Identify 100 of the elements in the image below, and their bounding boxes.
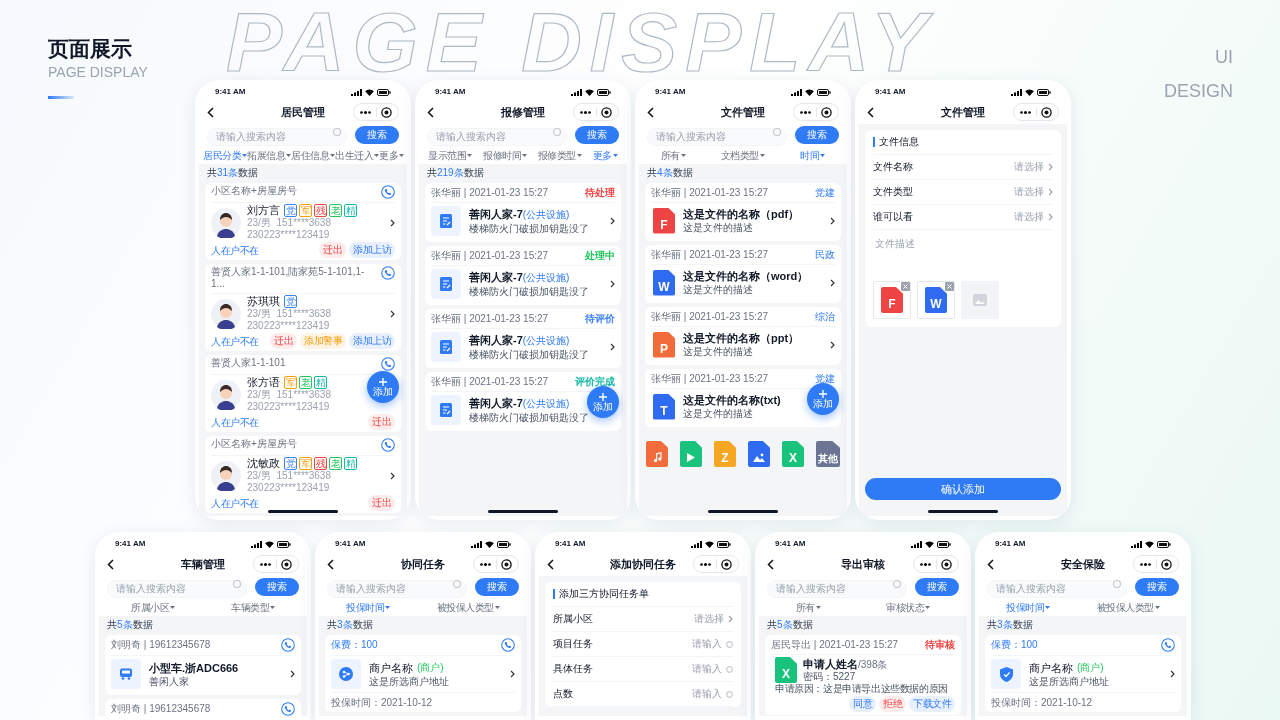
chevron-icon[interactable]	[510, 670, 515, 678]
filter-dropdown[interactable]: 报修类型	[537, 147, 582, 163]
search-button[interactable]: 搜索	[255, 578, 299, 596]
action-button[interactable]: 同意	[849, 696, 876, 712]
more-icon[interactable]	[800, 110, 811, 114]
input-value[interactable]: 请输入	[692, 663, 722, 675]
attachment-tile[interactable]: W	[917, 281, 955, 319]
search-button[interactable]: 搜索	[795, 126, 839, 144]
description-field[interactable]: 文件描述	[873, 230, 1053, 270]
more-icon[interactable]	[1020, 110, 1031, 114]
action-button[interactable]: 添加上访	[349, 242, 395, 258]
upload-tile[interactable]	[961, 281, 999, 319]
status-link[interactable]: 人在户不在	[211, 495, 259, 511]
action-button[interactable]: 拒绝	[879, 696, 906, 712]
image-file-icon[interactable]	[748, 441, 770, 467]
select-value[interactable]: 请选择	[694, 613, 724, 625]
input-value[interactable]: 请输入	[692, 688, 722, 700]
more-icon[interactable]	[700, 562, 711, 566]
status-link[interactable]: 人在户不在	[211, 414, 259, 430]
filter-dropdown[interactable]: 所属小区	[131, 599, 175, 615]
filter-dropdown[interactable]: 所有	[660, 147, 686, 163]
call-icon[interactable]	[381, 357, 395, 371]
chevron-icon[interactable]	[830, 340, 835, 349]
back-icon[interactable]	[327, 558, 334, 570]
search-field[interactable]: 请输入搜索内容	[107, 579, 247, 598]
target-icon[interactable]	[501, 558, 512, 570]
select-value[interactable]: 请选择	[1014, 211, 1044, 223]
more-icon[interactable]	[920, 562, 931, 566]
filter-dropdown[interactable]: 报修时间	[483, 147, 528, 163]
call-icon[interactable]	[381, 185, 395, 199]
search-field[interactable]: 请输入搜索内容	[427, 127, 567, 146]
target-icon[interactable]	[941, 558, 952, 570]
back-icon[interactable]	[547, 558, 554, 570]
chevron-icon[interactable]	[1170, 670, 1175, 678]
more-icon[interactable]	[580, 110, 591, 114]
filter-dropdown[interactable]: 投保时间	[1006, 599, 1051, 615]
attachment-tile[interactable]: F	[873, 281, 911, 319]
more-icon[interactable]	[360, 110, 371, 114]
filter-dropdown[interactable]: 居民分类	[203, 147, 247, 163]
action-button[interactable]: 迁出	[368, 414, 395, 430]
action-button[interactable]: 迁出	[368, 495, 395, 511]
chevron-icon[interactable]	[390, 218, 395, 227]
search-button[interactable]: 搜索	[355, 126, 399, 144]
input-value[interactable]: 请输入	[692, 638, 722, 650]
target-icon[interactable]	[281, 558, 292, 570]
confirm-button[interactable]: 确认添加	[865, 478, 1061, 500]
target-icon[interactable]	[1161, 558, 1172, 570]
chevron-icon[interactable]	[390, 309, 395, 318]
chevron-icon[interactable]	[390, 471, 395, 480]
filter-dropdown[interactable]: 出生迁入	[335, 147, 379, 163]
music-file-icon[interactable]	[646, 441, 668, 467]
action-button[interactable]: 添加警事	[300, 333, 346, 349]
back-icon[interactable]	[987, 558, 994, 570]
filter-dropdown[interactable]: 投保时间	[346, 599, 391, 615]
target-icon[interactable]	[1041, 106, 1052, 118]
call-icon[interactable]	[281, 638, 295, 652]
chevron-icon[interactable]	[830, 216, 835, 225]
action-button[interactable]: 下载文件	[909, 696, 955, 712]
back-icon[interactable]	[207, 106, 214, 118]
chevron-icon[interactable]	[610, 280, 615, 288]
action-button[interactable]: 迁出	[319, 242, 346, 258]
filter-dropdown[interactable]: 审核状态	[886, 599, 931, 615]
more-icon[interactable]	[480, 562, 491, 566]
filter-dropdown[interactable]: 车辆类型	[231, 599, 275, 615]
filter-dropdown[interactable]: 更多	[592, 147, 618, 163]
target-icon[interactable]	[721, 558, 732, 570]
filter-dropdown[interactable]: 拓展信息	[247, 147, 291, 163]
chevron-icon[interactable]	[610, 217, 615, 225]
target-icon[interactable]	[601, 106, 612, 118]
search-button[interactable]: 搜索	[915, 578, 959, 596]
select-value[interactable]: 请选择	[1014, 161, 1044, 173]
select-value[interactable]: 请选择	[1014, 186, 1044, 198]
add-button[interactable]: 添加	[587, 386, 619, 418]
chevron-icon[interactable]	[610, 343, 615, 351]
search-button[interactable]: 搜索	[575, 126, 619, 144]
target-icon[interactable]	[381, 106, 392, 118]
target-icon[interactable]	[821, 106, 832, 118]
back-icon[interactable]	[647, 106, 654, 118]
filter-dropdown[interactable]: 被投保人类型	[436, 599, 500, 615]
back-icon[interactable]	[107, 558, 114, 570]
more-icon[interactable]	[1140, 562, 1151, 566]
status-link[interactable]: 人在户不在	[211, 333, 259, 349]
search-field[interactable]: 请输入搜索内容	[647, 127, 787, 146]
back-icon[interactable]	[427, 106, 434, 118]
call-icon[interactable]	[501, 638, 515, 652]
more-icon[interactable]	[260, 562, 271, 566]
filter-dropdown[interactable]: 时间	[800, 147, 826, 163]
call-icon[interactable]	[281, 702, 295, 716]
chevron-icon[interactable]	[290, 670, 295, 678]
status-link[interactable]: 人在户不在	[211, 242, 259, 258]
call-icon[interactable]	[381, 266, 395, 280]
search-field[interactable]: 请输入搜索内容	[767, 579, 907, 598]
filter-dropdown[interactable]: 居住信息	[291, 147, 335, 163]
search-field[interactable]: 请输入搜索内容	[327, 579, 467, 598]
filter-dropdown[interactable]: 所有	[795, 599, 821, 615]
filter-dropdown[interactable]: 被投保人类型	[1096, 599, 1160, 615]
add-button[interactable]: 添加	[807, 383, 839, 415]
filter-dropdown[interactable]: 更多	[379, 147, 404, 163]
chevron-icon[interactable]	[830, 278, 835, 287]
back-icon[interactable]	[867, 106, 874, 118]
